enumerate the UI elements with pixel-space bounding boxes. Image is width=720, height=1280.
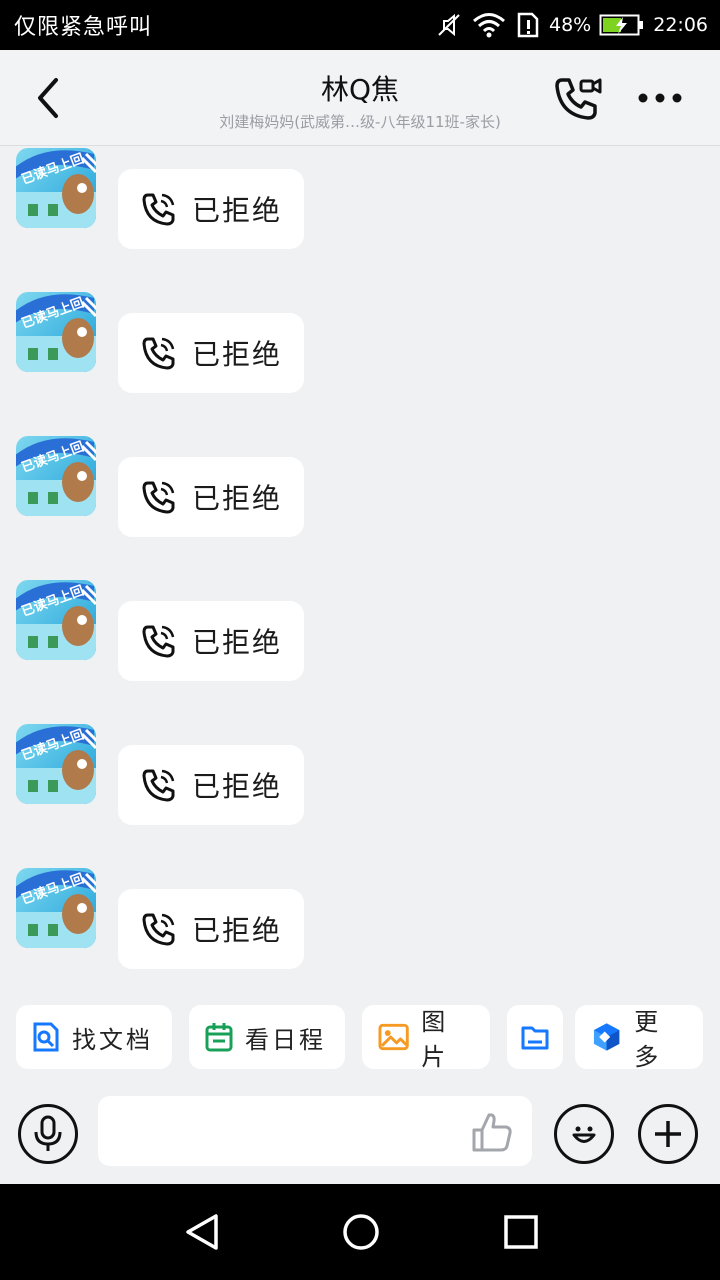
quick-image-button[interactable]: 图片 — [362, 1005, 490, 1071]
nav-home-button[interactable] — [337, 1208, 385, 1256]
message-row: 已读马上回已拒绝 — [0, 723, 720, 825]
call-button[interactable] — [552, 74, 606, 122]
call-status-text: 已拒绝 — [192, 338, 283, 371]
call-status-text: 已拒绝 — [192, 626, 283, 659]
nav-recents-button[interactable] — [497, 1208, 545, 1256]
message-input[interactable] — [98, 1096, 458, 1166]
call-record-bubble[interactable]: 已拒绝 — [118, 313, 304, 393]
phone-call-icon — [142, 913, 175, 946]
back-button[interactable] — [26, 74, 70, 122]
message-input-box[interactable] — [98, 1096, 532, 1166]
chat-header: 林Q焦 刘建梅妈妈(武威第…级-八年级11班-家长) — [0, 50, 720, 146]
chat-title: 林Q焦 — [320, 73, 400, 106]
more-dots-icon — [638, 93, 682, 103]
more-button[interactable] — [632, 78, 688, 118]
voice-input-button[interactable] — [18, 1104, 78, 1164]
battery-percent: 48% — [549, 14, 592, 36]
call-record-bubble[interactable]: 已拒绝 — [118, 169, 304, 249]
phone-call-icon — [142, 481, 175, 514]
phone-call-icon — [142, 769, 175, 802]
quick-action-bar: 找文档 看日程 图片 更多 — [0, 995, 720, 1079]
call-record-bubble[interactable]: 已拒绝 — [118, 601, 304, 681]
avatar-sticker-image: 已读马上回 — [16, 148, 96, 228]
system-nav-bar — [0, 1184, 720, 1280]
nav-back-button[interactable] — [178, 1208, 226, 1256]
doc-search-icon — [33, 1022, 59, 1052]
battery-charging-icon — [599, 13, 645, 37]
quick-more-button[interactable]: 更多 — [575, 1005, 703, 1071]
call-record-bubble[interactable]: 已拒绝 — [118, 457, 304, 537]
call-status-text: 已拒绝 — [192, 194, 283, 227]
sender-avatar[interactable]: 已读马上回 — [16, 724, 96, 804]
message-row: 已读马上回已拒绝 — [0, 867, 720, 969]
sender-avatar[interactable]: 已读马上回 — [16, 868, 96, 948]
avatar-sticker-image: 已读马上回 — [16, 580, 96, 660]
carrier-text: 仅限紧急呼叫 — [14, 15, 153, 40]
back-arrow-icon — [38, 78, 58, 118]
sender-avatar[interactable]: 已读马上回 — [16, 580, 96, 660]
call-record-bubble[interactable]: 已拒绝 — [118, 745, 304, 825]
folder-icon — [521, 1026, 549, 1050]
nav-recents-icon — [504, 1215, 538, 1249]
quick-find-doc-label: 找文档 — [72, 1025, 153, 1054]
calendar-icon — [205, 1023, 233, 1052]
call-status-text: 已拒绝 — [192, 770, 283, 803]
voice-video-call-icon — [555, 78, 602, 120]
call-status-text: 已拒绝 — [192, 914, 283, 947]
message-row: 已读马上回已拒绝 — [0, 435, 720, 537]
wifi-icon — [471, 11, 507, 39]
sim-alert-icon — [515, 11, 541, 39]
sender-avatar[interactable]: 已读马上回 — [16, 436, 96, 516]
message-row: 已读马上回已拒绝 — [0, 291, 720, 393]
quick-image-label: 图片 — [421, 1008, 449, 1071]
status-bar: 仅限紧急呼叫 48% 22:06 — [0, 0, 720, 50]
phone-call-icon — [142, 625, 175, 658]
avatar-sticker-image: 已读马上回 — [16, 724, 96, 804]
phone-call-icon — [142, 337, 175, 370]
image-icon — [378, 1023, 409, 1051]
thumbs-up-icon[interactable] — [470, 1110, 514, 1154]
input-bar — [0, 1086, 720, 1184]
message-row: 已读马上回已拒绝 — [0, 147, 720, 249]
phone-call-icon — [142, 193, 175, 226]
plus-button[interactable] — [638, 1104, 698, 1164]
message-row: 已读马上回已拒绝 — [0, 579, 720, 681]
emoji-icon — [572, 1126, 596, 1143]
cube-more-icon — [593, 1023, 620, 1051]
sender-avatar[interactable]: 已读马上回 — [16, 292, 96, 372]
quick-schedule-label: 看日程 — [245, 1025, 326, 1054]
quick-find-doc-button[interactable]: 找文档 — [16, 1005, 172, 1069]
nav-home-icon — [343, 1214, 379, 1250]
avatar-sticker-image: 已读马上回 — [16, 292, 96, 372]
plus-icon — [655, 1121, 681, 1147]
nav-back-icon — [186, 1214, 218, 1250]
mute-icon — [435, 11, 463, 39]
clock: 22:06 — [653, 14, 708, 36]
call-record-bubble[interactable]: 已拒绝 — [118, 889, 304, 969]
emoji-button[interactable] — [554, 1104, 614, 1164]
call-status-text: 已拒绝 — [192, 482, 283, 515]
quick-schedule-button[interactable]: 看日程 — [189, 1005, 345, 1069]
sender-avatar[interactable]: 已读马上回 — [16, 148, 96, 228]
avatar-sticker-image: 已读马上回 — [16, 436, 96, 516]
microphone-icon — [34, 1115, 62, 1151]
quick-more-label: 更多 — [634, 1008, 662, 1071]
chat-subtitle: 刘建梅妈妈(武威第…级-八年级11班-家长) — [219, 113, 501, 131]
avatar-sticker-image: 已读马上回 — [16, 868, 96, 948]
quick-folder-button[interactable] — [507, 1005, 563, 1069]
message-list[interactable]: 已读马上回 已拒绝 已读马上回 已拒绝 已读马上回 已拒绝 已读马上回 已拒绝 已读马上回 已拒绝… — [0, 147, 720, 995]
